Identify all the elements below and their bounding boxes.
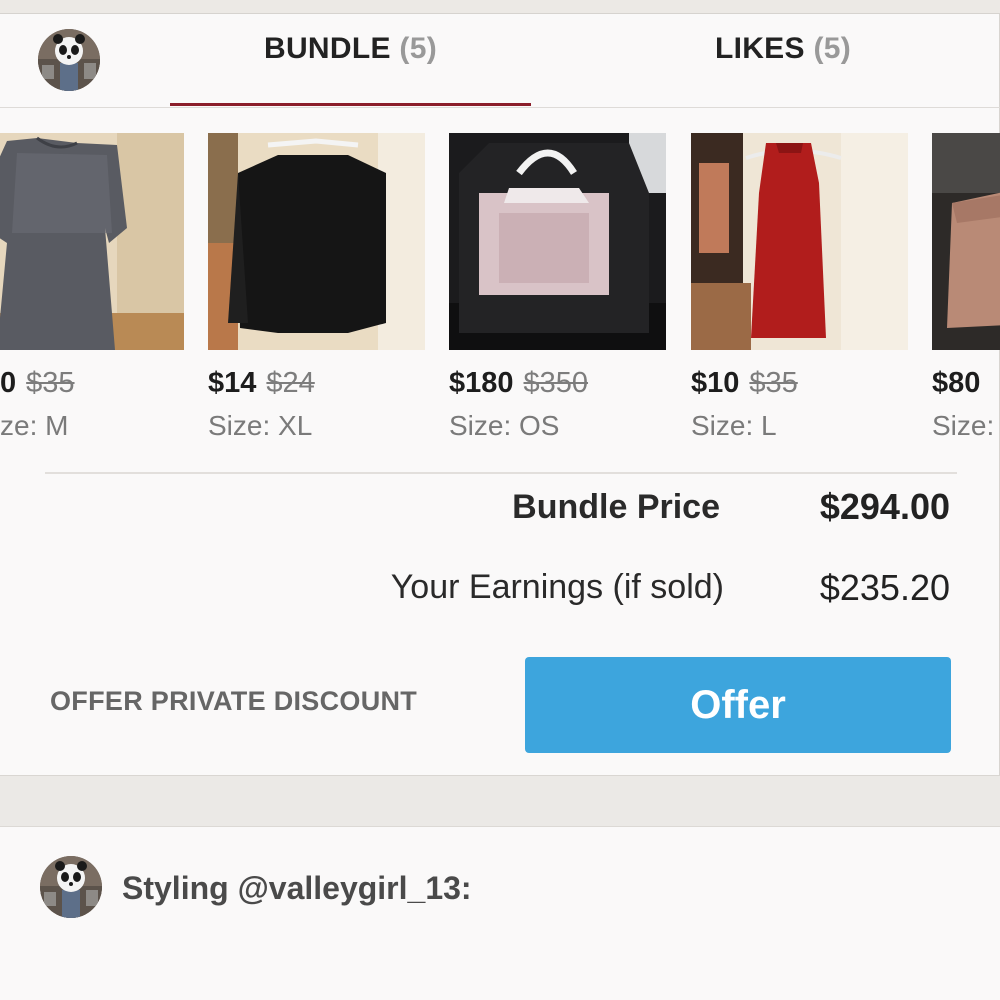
tab-bundle-label: BUNDLE	[263, 32, 391, 65]
header-divider	[0, 107, 1000, 108]
comment-text: Styling @valleygirl_13:	[122, 870, 472, 906]
price-line: $10 $35	[691, 365, 798, 401]
top-strip	[0, 0, 1000, 14]
bundle-price-label: Bundle Price	[512, 488, 720, 526]
product-item[interactable]: $80 Size:	[932, 133, 1000, 453]
original-price: $35	[26, 367, 75, 399]
tab-bundle-count: (5)	[399, 32, 437, 65]
comment-avatar[interactable]	[40, 856, 102, 918]
comment-card	[0, 826, 1000, 1000]
product-item[interactable]: $14 $24 Size: XL	[208, 133, 425, 441]
offer-private-discount-link[interactable]: OFFER PRIVATE DISCOUNT	[50, 686, 417, 717]
product-size: Size:	[932, 410, 995, 441]
product-price: 0	[0, 367, 17, 399]
tan-clutch-image-icon	[932, 133, 1000, 350]
product-thumbnail[interactable]	[449, 133, 666, 350]
product-item[interactable]: $10 $35 Size: L	[691, 133, 908, 441]
offer-button[interactable]: Offer	[525, 657, 951, 753]
black-top-image-icon	[208, 133, 425, 350]
tab-likes-label: LIKES	[714, 32, 805, 65]
price-line: $14 $24	[208, 365, 315, 401]
product-thumbnail[interactable]	[932, 133, 1000, 350]
pink-tote-image-icon	[449, 133, 666, 350]
gray-dress-image-icon	[0, 133, 184, 350]
product-size: Size: OS	[449, 410, 560, 441]
product-thumbnail[interactable]	[208, 133, 425, 350]
red-dress-image-icon	[691, 133, 908, 350]
product-size: ze: M	[0, 410, 69, 441]
price-line: $80	[932, 365, 980, 401]
original-price: $24	[266, 367, 315, 399]
product-size: Size: XL	[208, 410, 313, 441]
product-price: $10	[691, 367, 740, 399]
panda-avatar-icon	[40, 856, 102, 918]
earnings-label: Your Earnings (if sold)	[390, 568, 724, 606]
product-thumbnail[interactable]	[0, 133, 184, 350]
earnings-value: $235.20	[819, 567, 950, 608]
product-price: $180	[449, 367, 514, 399]
tab-bundle[interactable]: BUNDLE (5)	[170, 26, 531, 72]
product-thumbnail[interactable]	[691, 133, 908, 350]
original-price: $350	[523, 367, 589, 399]
product-price: $80	[932, 367, 981, 399]
product-size: Size: L	[691, 410, 777, 441]
product-item[interactable]: 0 $35 ze: M	[0, 133, 184, 441]
active-tab-indicator	[170, 103, 531, 106]
product-price: $14	[208, 367, 257, 399]
tab-likes[interactable]: LIKES (5)	[600, 26, 966, 72]
user-avatar[interactable]	[38, 29, 100, 91]
price-line: $180 $350	[449, 365, 588, 401]
panda-avatar-icon	[38, 29, 100, 91]
summary-divider	[45, 472, 957, 474]
product-item[interactable]: $180 $350 Size: OS	[449, 133, 666, 441]
bundle-price-value: $294.00	[819, 486, 950, 527]
original-price: $35	[749, 367, 798, 399]
tab-likes-count: (5)	[813, 32, 852, 65]
price-line: 0 $35	[0, 365, 75, 401]
